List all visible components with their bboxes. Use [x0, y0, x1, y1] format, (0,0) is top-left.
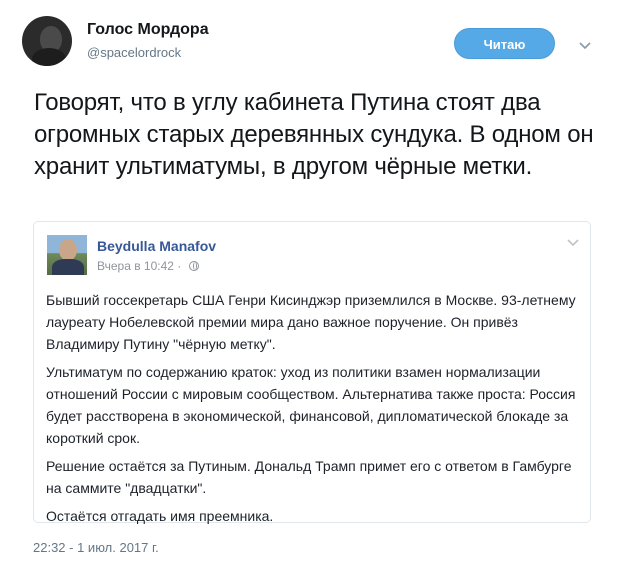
post-paragraph: Остаётся отгадать имя преемника.	[46, 508, 274, 524]
chevron-down-icon[interactable]	[578, 38, 592, 52]
post-author-avatar[interactable]	[47, 235, 87, 275]
post-time[interactable]: Вчера в 10:42 ·	[97, 259, 199, 273]
post-paragraph: Бывший госсекретарь США Генри Кисинджэр …	[46, 292, 576, 352]
tweet-timestamp[interactable]: 22:32 - 1 июл. 2017 г.	[33, 540, 159, 555]
globe-icon	[188, 261, 199, 271]
author-name[interactable]: Голос Мордора	[87, 21, 209, 39]
chevron-down-icon[interactable]	[567, 238, 579, 248]
post-paragraph: Решение остаётся за Путиным. Дональд Тра…	[46, 458, 572, 496]
tweet-header: Голос Мордора @spacelordrock Читаю	[22, 16, 612, 66]
post-author-name[interactable]: Beydulla Manafov	[97, 238, 216, 254]
author-avatar[interactable]	[22, 16, 72, 66]
post-time-text: Вчера в 10:42 ·	[97, 259, 182, 273]
embedded-facebook-post[interactable]: Beydulla Manafov Вчера в 10:42 · Бывший …	[33, 221, 591, 524]
author-handle[interactable]: @spacelordrock	[87, 45, 181, 60]
avatar-head-shape	[59, 239, 77, 261]
follow-button[interactable]: Читаю	[454, 28, 555, 59]
avatar-body-shape	[52, 259, 84, 275]
post-body: Бывший госсекретарь США Генри Кисинджэр …	[46, 289, 580, 533]
avatar-body-shape	[32, 48, 66, 66]
post-paragraph: Ультиматум по содержанию краток: уход из…	[46, 364, 576, 446]
tweet-text: Говорят, что в углу кабинета Путина стоя…	[34, 89, 594, 180]
